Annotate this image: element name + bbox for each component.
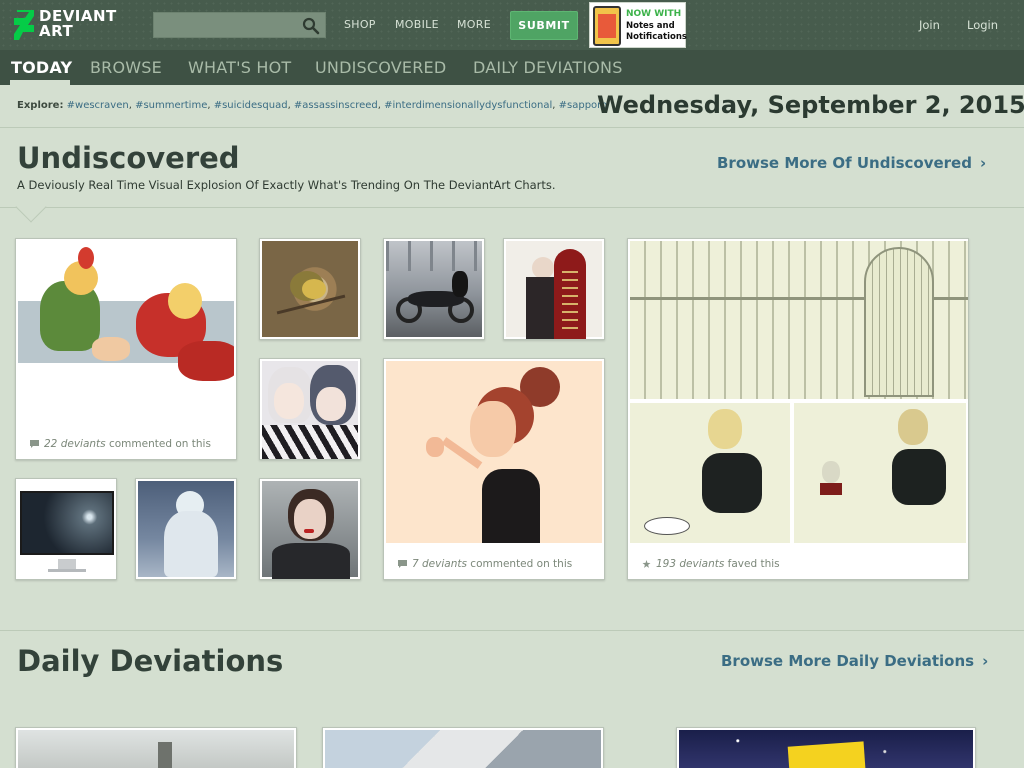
divider bbox=[0, 127, 1024, 128]
promo-subtitle: Notes and Notifications bbox=[626, 21, 687, 42]
tab-browse[interactable]: BROWSE bbox=[90, 58, 162, 77]
browse-undiscovered-link[interactable]: Browse More Of Undiscovered › bbox=[717, 154, 986, 172]
explore-tag[interactable]: #summertime bbox=[135, 100, 207, 111]
deviation-image bbox=[18, 481, 114, 577]
search-input[interactable] bbox=[153, 12, 326, 38]
tab-undiscovered[interactable]: UNDISCOVERED bbox=[315, 58, 446, 77]
tab-whats-hot[interactable]: WHAT'S HOT bbox=[188, 58, 291, 77]
deviation-thumb[interactable] bbox=[503, 238, 605, 340]
explore-tags: Explore: #wescraven, #summertime, #suici… bbox=[17, 100, 608, 111]
comment-icon bbox=[398, 560, 407, 568]
deviation-image bbox=[18, 241, 234, 397]
browse-undiscovered-label: Browse More Of Undiscovered bbox=[717, 154, 972, 172]
nav-more[interactable]: MORE bbox=[457, 18, 491, 31]
deviation-thumb[interactable] bbox=[322, 727, 604, 768]
deviantart-logo-icon bbox=[14, 10, 34, 40]
deviation-thumb[interactable] bbox=[383, 238, 485, 340]
deviation-thumb[interactable] bbox=[15, 478, 117, 580]
deviation-image bbox=[386, 241, 482, 337]
deviation-image bbox=[138, 481, 234, 577]
deviation-image bbox=[630, 241, 968, 545]
section-notch bbox=[15, 191, 47, 223]
deviation-action: faved this bbox=[727, 558, 780, 570]
search-icon[interactable] bbox=[302, 17, 320, 35]
explore-tag[interactable]: #assassinscreed bbox=[294, 100, 378, 111]
chevron-right-icon: › bbox=[979, 154, 987, 172]
nav-mobile[interactable]: MOBILE bbox=[395, 18, 439, 31]
explore-tag[interactable]: #suicidesquad bbox=[214, 100, 288, 111]
deviation-image bbox=[386, 361, 602, 543]
deviant-count[interactable]: 22 deviants bbox=[44, 438, 106, 450]
deviant-count[interactable]: 193 deviants bbox=[656, 558, 724, 570]
mobile-app-promo[interactable]: NOW WITH Notes and Notifications bbox=[589, 2, 687, 48]
explore-tag[interactable]: #interdimensionallydysfunctional bbox=[384, 100, 552, 111]
deviation-thumb[interactable] bbox=[259, 238, 361, 340]
deviation-image bbox=[262, 361, 358, 459]
deviation-image bbox=[506, 241, 602, 339]
tab-daily-deviations[interactable]: DAILY DEVIATIONS bbox=[473, 58, 623, 77]
active-tab-indicator bbox=[10, 80, 70, 85]
deviation-image bbox=[679, 730, 973, 768]
undiscovered-subtitle: A Deviously Real Time Visual Explosion O… bbox=[17, 178, 556, 192]
tab-today[interactable]: TODAY bbox=[11, 58, 72, 77]
deviantart-logo[interactable]: DEVIANT ART bbox=[14, 8, 132, 42]
deviation-thumb[interactable] bbox=[135, 478, 237, 580]
deviation-action: commented on this bbox=[470, 558, 573, 570]
explore-label: Explore: bbox=[17, 100, 64, 111]
deviation-image bbox=[262, 241, 358, 337]
explore-tag[interactable]: #wescraven bbox=[67, 100, 129, 111]
promo-title: NOW WITH bbox=[626, 9, 682, 19]
deviation-thumb[interactable] bbox=[15, 727, 297, 768]
browse-daily-deviations-link[interactable]: Browse More Daily Deviations › bbox=[721, 652, 988, 670]
phone-icon bbox=[593, 6, 621, 46]
divider bbox=[0, 207, 1024, 208]
deviation-thumb[interactable]: 193 deviants faved this bbox=[627, 238, 969, 580]
deviation-thumb[interactable] bbox=[259, 358, 361, 460]
browse-daily-deviations-label: Browse More Daily Deviations bbox=[721, 652, 975, 670]
deviation-stats: 193 deviants faved this bbox=[642, 558, 780, 570]
tab-bar: TODAY BROWSE WHAT'S HOT UNDISCOVERED DAI… bbox=[0, 50, 1024, 85]
page-date: Wednesday, September 2, 2015 bbox=[597, 91, 1024, 119]
submit-button[interactable]: SUBMIT bbox=[510, 11, 578, 40]
login-link[interactable]: Login bbox=[967, 18, 998, 32]
deviation-image bbox=[262, 481, 358, 579]
nav-shop[interactable]: SHOP bbox=[344, 18, 376, 31]
deviation-thumb[interactable]: 7 deviants commented on this bbox=[383, 358, 605, 580]
deviation-image bbox=[18, 730, 294, 768]
deviation-thumb[interactable] bbox=[259, 478, 361, 580]
deviation-action: commented on this bbox=[108, 438, 211, 450]
undiscovered-title: Undiscovered bbox=[17, 141, 240, 175]
join-link[interactable]: Join bbox=[919, 18, 940, 32]
deviation-thumb[interactable] bbox=[676, 727, 976, 768]
daily-deviations-title: Daily Deviations bbox=[17, 644, 284, 678]
comment-icon bbox=[30, 440, 39, 448]
deviant-count[interactable]: 7 deviants bbox=[412, 558, 467, 570]
top-bar: DEVIANT ART SHOP MOBILE MORE SUBMIT NOW … bbox=[0, 0, 1024, 50]
deviation-thumb[interactable]: 22 deviants commented on this bbox=[15, 238, 237, 460]
star-icon bbox=[642, 560, 651, 568]
deviation-image bbox=[325, 730, 601, 768]
deviation-stats: 22 deviants commented on this bbox=[30, 438, 211, 450]
deviation-stats: 7 deviants commented on this bbox=[398, 558, 572, 570]
chevron-right-icon: › bbox=[982, 652, 989, 670]
logo-text-line2: ART bbox=[39, 22, 74, 40]
divider bbox=[0, 630, 1024, 631]
